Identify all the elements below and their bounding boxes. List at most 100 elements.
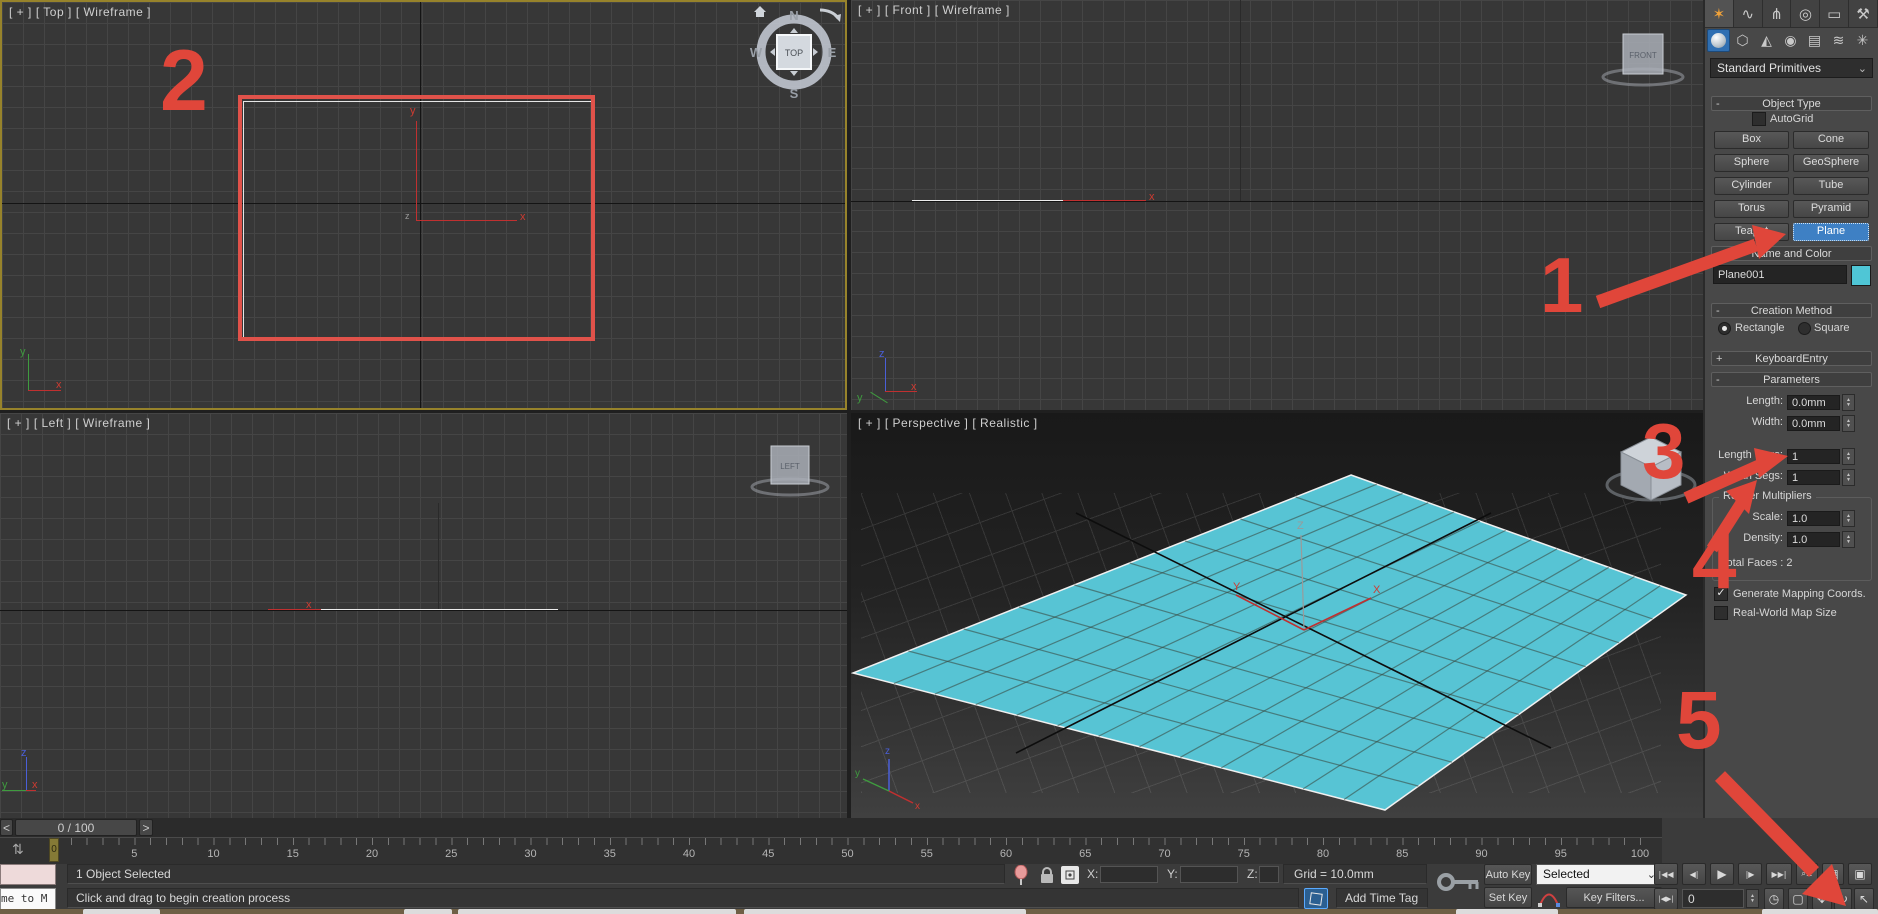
rollout-parameters[interactable]: - Parameters [1711,372,1872,387]
object-type-cone-button[interactable]: Cone [1793,131,1869,149]
object-color-swatch[interactable] [1851,265,1871,286]
viewport-menu-plus[interactable]: [ + ] [7,416,30,430]
rollout-keyboard-entry[interactable]: + KeyboardEntry [1711,351,1872,366]
collapse-icon[interactable]: - [1716,97,1720,111]
zoom-region-icon[interactable]: ⌕± [1796,863,1818,885]
rollout-object-type[interactable]: - Object Type [1711,96,1872,111]
rollout-name-and-color[interactable]: Name and Color [1711,246,1872,261]
go-to-start-button[interactable]: |◀◀ [1654,863,1678,885]
time-slider-handle[interactable]: 0 / 100 [15,819,137,836]
viewport-perspective[interactable]: Y X Z z y x [ + ][ Perspective ][ Realis… [851,413,1703,818]
length-segs-spinner[interactable]: ▲▼ [1842,448,1855,465]
object-type-box-button[interactable]: Box [1714,131,1789,149]
go-to-end-button[interactable]: ▶▶| [1766,863,1792,885]
modify-tab[interactable]: ∿ [1734,0,1763,27]
collapse-icon[interactable]: - [1716,373,1720,387]
real-world-map-sizecheckbox[interactable] [1714,606,1728,620]
viewport-front[interactable]: [ + ][ Front ][ Wireframe ] x z x y FRON… [851,0,1703,410]
generate-mapping-coords-checkbox[interactable]: ✓ [1714,587,1728,601]
time-slider-prev[interactable]: < [0,819,13,836]
systems-icon[interactable]: ✳ [1851,29,1874,52]
viewport-menu-plus[interactable]: [ + ] [858,416,881,430]
viewport-menu-plus[interactable]: [ + ] [9,5,32,19]
time-slider-next[interactable]: > [139,819,153,836]
current-frame-field[interactable]: 0 [1682,889,1744,908]
pan-hand-icon[interactable]: ✥ [1812,888,1832,910]
selection-region-icon[interactable]: ▢ [1788,888,1808,910]
length-spinner[interactable]: ▲▼ [1842,394,1855,411]
viewport-name-menu[interactable]: [ Left ] [34,416,71,430]
viewport-name-menu[interactable]: [ Perspective ] [885,416,969,430]
render-density-spinner[interactable]: ▲▼ [1842,531,1855,548]
plane-edge-line[interactable] [321,609,558,610]
absolute-offset-mode-icon[interactable] [1060,865,1080,885]
maxscript-listener-white[interactable]: me to M [0,888,56,910]
length-field[interactable]: 0.0mm [1787,395,1840,410]
width-field[interactable]: 0.0mm [1787,416,1840,431]
mini-track-bar-icon[interactable]: ⇅ [12,842,24,858]
selection-filter-dropdown[interactable]: Selected ⌄ [1536,864,1662,885]
pan-layout-icon[interactable]: ▦ [1822,863,1844,885]
object-type-geosphere-button[interactable]: GeoSphere [1793,154,1869,172]
display-tab[interactable]: ▭ [1820,0,1849,27]
viewport-left[interactable]: [ + ][ Left ][ Wireframe ] x z y x LEFT [0,413,847,818]
isolate-selection-pin-icon[interactable] [1012,865,1030,886]
collapse-icon[interactable]: - [1716,304,1720,318]
auto-key-button[interactable]: Auto Key [1484,864,1532,885]
autogrid-checkbox[interactable] [1752,112,1766,126]
key-mode-toggle[interactable]: |◀▶| [1654,888,1678,910]
viewport-name-menu[interactable]: [ Top ] [36,5,72,19]
object-type-cylinder-button[interactable]: Cylinder [1714,177,1789,195]
key-filters-button[interactable]: Key Filters... [1566,887,1662,908]
next-frame-button[interactable]: |▶ [1738,863,1762,885]
viewcube-top[interactable]: TOP N E S W [744,2,844,102]
viewport-shading-menu[interactable]: [ Wireframe ] [75,416,150,430]
hierarchy-tab[interactable]: ⋔ [1763,0,1792,27]
render-scale-spinner[interactable]: ▲▼ [1842,510,1855,527]
frame-spinner[interactable]: ▲▼ [1746,889,1759,908]
y-coordinate-field[interactable] [1180,866,1238,883]
lights-icon[interactable]: ◭ [1755,29,1778,52]
length-segs-field[interactable]: 1 [1787,449,1840,464]
object-type-teapot-button[interactable]: Teapot [1714,223,1789,241]
object-type-pyramid-button[interactable]: Pyramid [1793,200,1869,218]
rollout-creation-method[interactable]: - Creation Method [1711,303,1872,318]
shapes-icon[interactable]: ⬡ [1731,29,1754,52]
viewcube-left[interactable]: LEFT [748,433,844,501]
viewcube-perspective[interactable] [1607,437,1695,500]
default-in-out-tangent-icon[interactable] [1538,889,1564,909]
viewcube-front[interactable]: FRONT [1599,22,1695,90]
grid-setting-display[interactable]: Grid = 10.0mm [1283,864,1427,884]
time-configuration-icon[interactable]: ◷ [1764,888,1784,910]
viewport-shading-menu[interactable]: [ Realistic ] [972,416,1037,430]
time-tag-icon[interactable] [1304,888,1328,909]
motion-tab[interactable]: ◎ [1791,0,1820,27]
space-warps-icon[interactable]: ≋ [1827,29,1850,52]
orbit-icon[interactable]: ↻ [1834,888,1852,910]
primitive-category-dropdown[interactable]: Standard Primitives ⌄ [1710,58,1873,78]
viewport-shading-menu[interactable]: [ Wireframe ] [76,5,151,19]
helpers-icon[interactable]: ▤ [1803,29,1826,52]
selection-lock-icon[interactable] [1038,866,1056,885]
viewport-name-menu[interactable]: [ Front ] [885,3,931,17]
width-segs-spinner[interactable]: ▲▼ [1842,469,1855,486]
x-coordinate-field[interactable] [1100,866,1158,883]
plane-object[interactable] [853,475,1686,810]
viewport-menu-plus[interactable]: [ + ] [858,3,881,17]
viewport-layout-icon[interactable]: ▣ [1848,863,1872,885]
z-coordinate-field[interactable] [1259,866,1279,883]
track-bar[interactable]: ⇅ 05101520253035404550556065707580859095… [0,837,1662,864]
object-type-plane-button[interactable]: Plane [1793,223,1869,241]
viewport-shading-menu[interactable]: [ Wireframe ] [935,3,1010,17]
previous-frame-button[interactable]: ◀| [1682,863,1706,885]
plane-edge-line[interactable] [912,200,1063,201]
width-segs-field[interactable]: 1 [1787,470,1840,485]
add-time-tag[interactable]: Add Time Tag [1336,888,1428,908]
create-tab[interactable]: ✶ [1705,0,1734,27]
keyboard-override-key-icon[interactable] [1436,870,1482,896]
current-frame-marker[interactable]: 0 [49,838,59,862]
maxscript-listener-pink[interactable] [0,864,56,885]
expand-icon[interactable]: + [1716,352,1722,366]
render-density-field[interactable]: 1.0 [1787,532,1840,547]
object-type-tube-button[interactable]: Tube [1793,177,1869,195]
